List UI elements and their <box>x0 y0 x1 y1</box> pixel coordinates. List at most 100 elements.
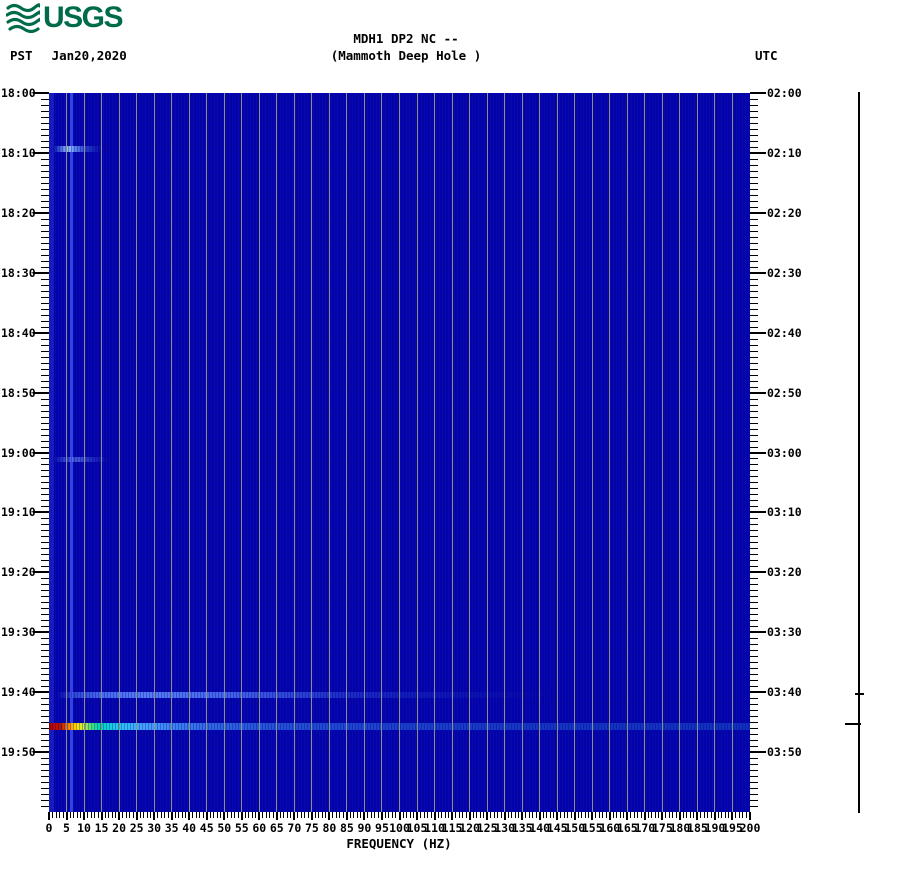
time-tick-minor-right <box>750 734 758 735</box>
frequency-gridline <box>714 93 715 812</box>
freq-tick-major <box>416 812 418 820</box>
time-tick-minor-right <box>750 237 758 238</box>
freq-tick-minor <box>410 812 411 818</box>
freq-tick-major <box>136 812 138 820</box>
freq-tick-major <box>556 812 558 820</box>
freq-tick-minor <box>606 812 607 818</box>
time-tick-minor-right <box>750 488 758 489</box>
time-tick-minor-left <box>41 788 49 789</box>
time-tick-minor-left <box>41 105 49 106</box>
freq-tick-minor <box>262 812 263 818</box>
time-tick-minor-left <box>41 524 49 525</box>
freq-tick-minor <box>459 812 460 818</box>
time-tick-minor-right <box>750 117 758 118</box>
time-tick-minor-left <box>41 291 49 292</box>
time-tick-minor-left <box>41 297 49 298</box>
freq-tick-minor <box>413 812 414 818</box>
time-tick-major-right <box>750 92 766 94</box>
time-tick-minor-right <box>750 225 758 226</box>
freq-tick-minor <box>178 812 179 818</box>
freq-tick-minor <box>683 812 684 818</box>
freq-tick-minor <box>94 812 95 818</box>
freq-tick-minor <box>367 812 368 818</box>
frequency-gridline <box>662 93 663 812</box>
time-tick-minor-left <box>41 728 49 729</box>
frequency-gridline <box>697 93 698 812</box>
time-tick-minor-right <box>750 746 758 747</box>
usgs-spectrogram-page: USGS PSTJan20,2020 MDH1 DP2 NC -- (Mammo… <box>0 0 902 893</box>
time-tick-minor-right <box>750 650 758 651</box>
frequency-gridline <box>539 93 540 812</box>
time-tick-minor-left <box>41 123 49 124</box>
freq-tick-minor <box>581 812 582 818</box>
time-label-pst: 18:50 <box>1 386 35 400</box>
freq-tick-minor <box>494 812 495 818</box>
time-tick-minor-left <box>41 207 49 208</box>
freq-tick-minor <box>623 812 624 818</box>
time-tick-minor-left <box>41 357 49 358</box>
date-label: Jan20,2020 <box>52 48 127 63</box>
time-tick-minor-left <box>41 560 49 561</box>
time-tick-minor-left <box>41 363 49 364</box>
freq-tick-minor <box>455 812 456 818</box>
freq-tick-minor <box>669 812 670 818</box>
time-label-pst: 19:20 <box>1 565 35 579</box>
time-tick-minor-left <box>41 387 49 388</box>
frequency-gridline <box>346 93 347 812</box>
freq-tick-minor <box>248 812 249 818</box>
time-tick-minor-right <box>750 770 758 771</box>
freq-tick-minor <box>108 812 109 818</box>
time-tick-minor-right <box>750 524 758 525</box>
time-tick-minor-right <box>750 255 758 256</box>
time-tick-minor-left <box>41 494 49 495</box>
time-tick-minor-left <box>41 716 49 717</box>
time-tick-minor-right <box>750 800 758 801</box>
time-tick-minor-right <box>750 363 758 364</box>
time-tick-minor-right <box>750 518 758 519</box>
time-tick-minor-right <box>750 722 758 723</box>
time-tick-minor-left <box>41 650 49 651</box>
time-tick-minor-left <box>41 464 49 465</box>
freq-tick-minor <box>424 812 425 818</box>
time-tick-minor-right <box>750 405 758 406</box>
freq-tick-minor <box>161 812 162 818</box>
time-tick-minor-right <box>750 536 758 537</box>
time-tick-minor-left <box>41 351 49 352</box>
freq-tick-minor <box>532 812 533 818</box>
time-tick-minor-right <box>750 207 758 208</box>
time-tick-minor-left <box>41 482 49 483</box>
freq-tick-minor <box>210 812 211 818</box>
frequency-gridline <box>399 93 400 812</box>
time-tick-minor-left <box>41 399 49 400</box>
time-tick-minor-right <box>750 123 758 124</box>
freq-tick-major <box>434 812 436 820</box>
time-tick-major-right <box>750 511 766 513</box>
time-tick-minor-right <box>750 129 758 130</box>
freq-tick-minor <box>550 812 551 818</box>
freq-tick-minor <box>438 812 439 818</box>
freq-tick-minor <box>525 812 526 818</box>
freq-tick-minor <box>571 812 572 818</box>
freq-tick-minor <box>112 812 113 818</box>
amplitude-event-mark-short <box>855 693 864 695</box>
freq-tick-minor <box>325 812 326 818</box>
freq-tick-minor <box>287 812 288 818</box>
time-tick-minor-left <box>41 602 49 603</box>
time-tick-minor-right <box>750 542 758 543</box>
time-label-utc: 03:40 <box>767 685 809 699</box>
freq-tick-major <box>223 812 225 820</box>
time-label-utc: 03:10 <box>767 505 809 519</box>
frequency-gridline <box>469 93 470 812</box>
time-tick-minor-right <box>750 602 758 603</box>
freq-tick-minor <box>343 812 344 818</box>
time-tick-minor-left <box>41 447 49 448</box>
time-tick-minor-left <box>41 722 49 723</box>
frequency-gridline <box>66 93 67 812</box>
freq-tick-major <box>749 812 751 820</box>
freq-tick-minor <box>266 812 267 818</box>
freq-tick-minor <box>529 812 530 818</box>
freq-tick-minor <box>511 812 512 818</box>
time-tick-minor-right <box>750 261 758 262</box>
freq-tick-major <box>714 812 716 820</box>
time-tick-minor-right <box>750 476 758 477</box>
